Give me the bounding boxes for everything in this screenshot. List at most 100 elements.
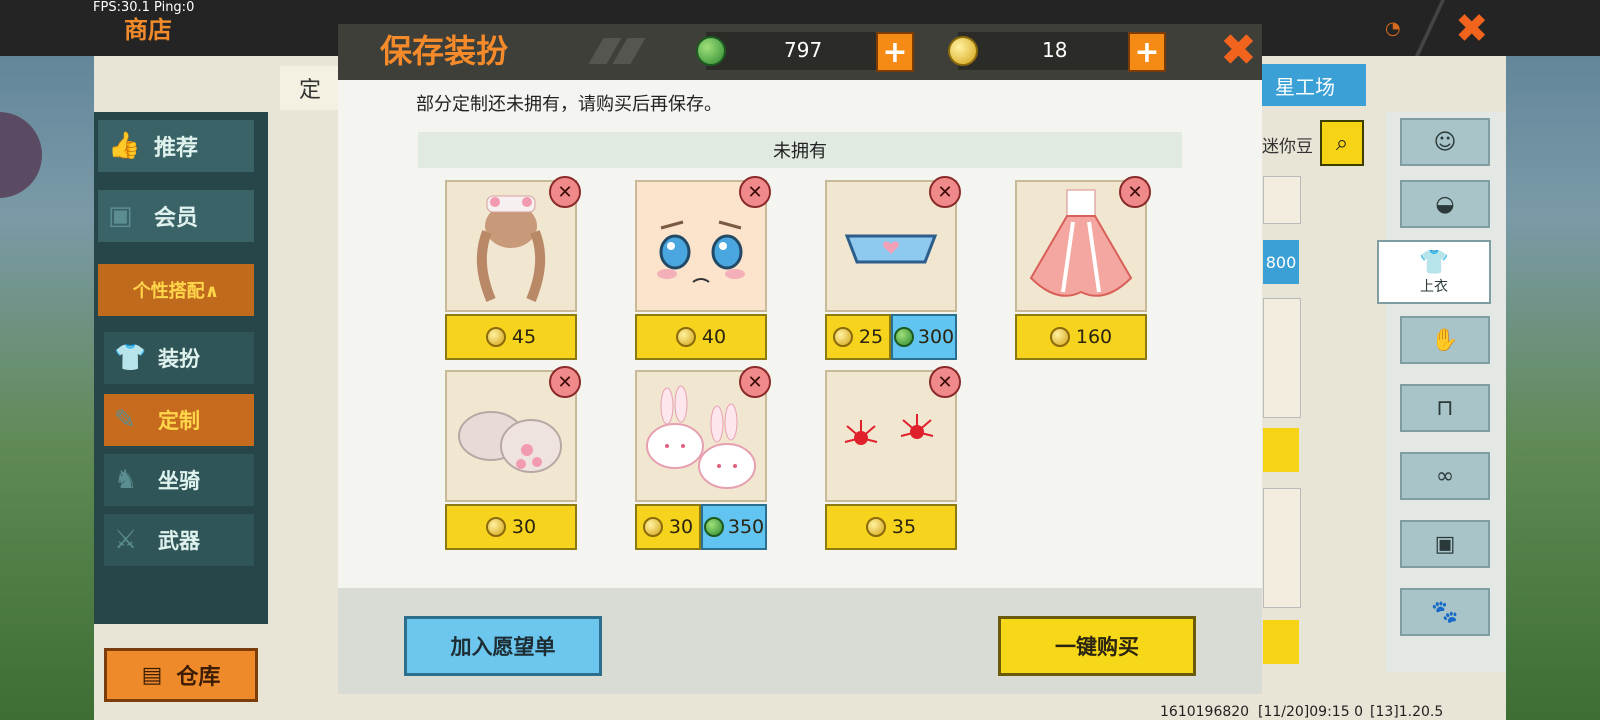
signal-icon: ◔	[1385, 18, 1401, 39]
shop-close-icon[interactable]: ✖	[1455, 6, 1489, 52]
sidebar-item-recommend[interactable]: 👍 推荐	[98, 120, 254, 172]
sidebar-item-costume[interactable]: 👕 装扮	[104, 332, 254, 384]
sidebar-item-vip[interactable]: ▣ 会员	[98, 190, 254, 242]
remove-item-button[interactable]: ✕	[929, 176, 961, 208]
coin-icon	[948, 36, 978, 66]
sidebar-item-mount[interactable]: ♞ 坐骑	[104, 454, 254, 506]
remove-item-button[interactable]: ✕	[739, 176, 771, 208]
shop-title: 商店	[124, 16, 172, 44]
coin-price: 35	[891, 516, 917, 538]
mini-bean-label: 迷你豆	[1262, 137, 1313, 157]
grid-item-peek[interactable]	[1263, 176, 1301, 224]
category-label: 上衣	[1420, 279, 1448, 295]
coin-icon	[485, 327, 506, 347]
coin-icon	[832, 327, 853, 347]
coin-price-button[interactable]: 45	[445, 314, 577, 360]
dialog-title: 保存装扮	[380, 32, 509, 70]
coin-price: 160	[1075, 326, 1113, 348]
search-button[interactable]: ⌕	[1320, 120, 1364, 166]
remove-item-button[interactable]: ✕	[1119, 176, 1151, 208]
category-pants[interactable]: ⊓	[1400, 384, 1490, 432]
sidebar-item-outfit-group[interactable]: 个性搭配∧	[98, 264, 254, 316]
shirt-icon: 👕	[1419, 248, 1449, 276]
item-card[interactable]: ✕ 30	[445, 366, 581, 550]
add-to-wishlist-button[interactable]: 加入愿望单	[404, 616, 602, 676]
coin-icon	[1049, 327, 1070, 347]
backpack-icon: ▣	[1434, 531, 1456, 557]
thumbs-up-icon: 👍	[108, 131, 141, 161]
search-icon: ⌕	[1335, 130, 1349, 156]
category-backpack[interactable]: ▣	[1400, 520, 1490, 568]
mount-icon: ♞	[114, 465, 138, 495]
coin-price-button[interactable]: 25	[825, 314, 891, 360]
gem-price: 300	[917, 326, 955, 348]
gem-icon	[703, 517, 724, 537]
price-peek: 800	[1263, 240, 1299, 284]
close-dialog-icon[interactable]: ✖	[1220, 26, 1257, 76]
warehouse-label: 仓库	[176, 665, 221, 690]
gun-icon: ⚔	[114, 525, 138, 555]
tab-workshop[interactable]: 星工场	[1244, 64, 1366, 106]
coin-price-button[interactable]: 30	[445, 504, 577, 550]
add-gems-button[interactable]: +	[876, 32, 914, 72]
buy-all-button[interactable]: 一键购买	[998, 616, 1196, 676]
coin-icon	[675, 327, 696, 347]
glove-icon: ✋	[1431, 327, 1459, 353]
price-peek	[1263, 428, 1299, 472]
chest-icon: ▤	[141, 662, 163, 688]
sidebar-item-label: 武器	[158, 529, 200, 553]
sidebar-item-custom[interactable]: ✎ 定制	[104, 394, 254, 446]
category-top[interactable]: 👕 上衣	[1377, 240, 1491, 304]
tab-custom[interactable]: 定	[280, 66, 340, 110]
coin-price-button[interactable]: 40	[635, 314, 767, 360]
sidebar-item-label: 坐骑	[158, 469, 200, 493]
sidebar-item-label: 个性搭配∧	[132, 281, 220, 302]
gem-price: 350	[727, 516, 765, 538]
gem-price-button[interactable]: 350	[701, 504, 767, 550]
grid-item-peek[interactable]	[1263, 488, 1301, 608]
coin-price: 30	[668, 516, 694, 538]
mask-icon: ◒	[1435, 191, 1455, 217]
item-card[interactable]: ✕ 30 350	[635, 366, 771, 550]
sidebar-item-label: 会员	[153, 206, 198, 231]
section-header: 未拥有	[418, 132, 1182, 168]
category-pet[interactable]: 🐾	[1400, 588, 1490, 636]
item-card[interactable]: ✕ 160	[1015, 176, 1151, 360]
category-face[interactable]: ☺	[1400, 118, 1490, 166]
coin-price: 40	[701, 326, 727, 348]
coin-price-button[interactable]: 30	[635, 504, 701, 550]
shirt-icon: 👕	[114, 343, 147, 373]
paw-icon: 🐾	[1431, 599, 1459, 625]
coin-icon	[642, 517, 663, 537]
grid-item-peek[interactable]	[1263, 298, 1301, 418]
remove-item-button[interactable]: ✕	[739, 366, 771, 398]
item-card[interactable]: ✕ 25 300	[825, 176, 961, 360]
pants-icon: ⊓	[1436, 395, 1454, 421]
coin-price: 30	[511, 516, 537, 538]
pencil-icon: ✎	[114, 405, 136, 435]
user-id: 1610196820	[1160, 704, 1250, 720]
coin-icon	[865, 517, 886, 537]
coin-price-button[interactable]: 160	[1015, 314, 1147, 360]
category-shoes[interactable]: ∞	[1400, 452, 1490, 500]
gem-balance: 797	[784, 38, 823, 62]
date-readout: [11/20]09:15 0	[1258, 704, 1363, 720]
sidebar-item-weapon[interactable]: ⚔ 武器	[104, 514, 254, 566]
item-card[interactable]: ✕ 35	[825, 366, 961, 550]
category-gloves[interactable]: ✋	[1400, 316, 1490, 364]
remove-item-button[interactable]: ✕	[549, 176, 581, 208]
sidebar-item-label: 推荐	[153, 136, 198, 161]
coin-price-button[interactable]: 35	[825, 504, 957, 550]
add-coins-button[interactable]: +	[1128, 32, 1166, 72]
item-card[interactable]: ✕ 45	[445, 176, 581, 360]
gem-price-button[interactable]: 300	[891, 314, 957, 360]
remove-item-button[interactable]: ✕	[929, 366, 961, 398]
gem-icon	[696, 36, 726, 66]
item-card[interactable]: ✕ 40	[635, 176, 771, 360]
remove-item-button[interactable]: ✕	[549, 366, 581, 398]
coin-icon	[485, 517, 506, 537]
category-mask[interactable]: ◒	[1400, 180, 1490, 228]
warehouse-button[interactable]: ▤ 仓库	[104, 648, 258, 702]
shoes-icon: ∞	[1435, 463, 1455, 489]
gem-icon	[893, 327, 914, 347]
